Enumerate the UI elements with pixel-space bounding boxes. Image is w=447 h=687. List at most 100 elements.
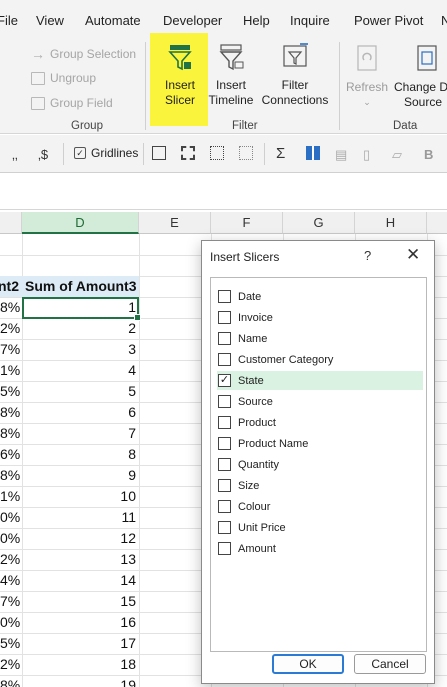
field-item[interactable]: Customer Category <box>217 350 423 369</box>
cell-c-value[interactable]: 1% <box>0 360 20 381</box>
cell-d-value[interactable]: 19 <box>22 675 136 687</box>
insert-timeline-button[interactable]: Insert Timeline <box>207 42 255 108</box>
inside-borders-icon[interactable] <box>210 146 224 160</box>
cell-c-value[interactable]: 4% <box>0 570 20 591</box>
clear-format-icon[interactable]: ▯ <box>363 147 370 163</box>
all-borders-icon[interactable] <box>152 146 166 160</box>
column-header-h[interactable]: H <box>355 212 427 234</box>
field-item[interactable]: Quantity <box>217 455 423 474</box>
column-header-f[interactable]: F <box>211 212 283 234</box>
cell-c-value[interactable]: 8% <box>0 402 20 423</box>
bold-button[interactable]: B <box>424 147 433 162</box>
cell-c-value[interactable]: 7% <box>0 591 20 612</box>
menu-view[interactable]: View <box>36 13 64 28</box>
cell-c-value[interactable]: 0% <box>0 528 20 549</box>
checkbox-icon[interactable]: ✓ <box>74 147 86 159</box>
field-item[interactable]: Date <box>217 287 423 306</box>
cell-c-value[interactable]: 0% <box>0 612 20 633</box>
field-item[interactable]: Name <box>217 329 423 348</box>
field-item[interactable]: ✓ State <box>217 371 423 390</box>
cell-d-value[interactable]: 11 <box>22 507 136 528</box>
cell-d-value[interactable]: 13 <box>22 549 136 570</box>
cell-d-value[interactable]: 7 <box>22 423 136 444</box>
field-list[interactable]: Date Invoice Name Customer Category ✓ State So… <box>210 277 427 652</box>
checkbox[interactable] <box>218 437 231 450</box>
field-item[interactable]: Invoice <box>217 308 423 327</box>
field-item[interactable]: Product Name <box>217 434 423 453</box>
decrease-decimal-icon[interactable]: ‚‚ <box>12 147 18 162</box>
pivot-header-row[interactable]: nt2 Sum of Amount3 <box>0 276 139 297</box>
column-header-g[interactable]: G <box>283 212 355 234</box>
checkbox[interactable] <box>218 500 231 513</box>
formula-bar[interactable] <box>0 174 447 210</box>
field-item[interactable]: Source <box>217 392 423 411</box>
ok-button[interactable]: OK <box>272 654 344 674</box>
checkbox[interactable] <box>218 395 231 408</box>
field-item[interactable]: Size <box>217 476 423 495</box>
cancel-button[interactable]: Cancel <box>354 654 426 674</box>
checkbox[interactable] <box>218 290 231 303</box>
paste-format-icon[interactable]: ▱ <box>392 147 402 163</box>
table-format-icon[interactable] <box>306 146 320 160</box>
gridlines-toggle[interactable]: ✓ Gridlines <box>74 146 138 160</box>
cell-d-value[interactable]: 15 <box>22 591 136 612</box>
cell-c-value[interactable]: 5% <box>0 633 20 654</box>
cell-c-value[interactable]: 8% <box>0 675 20 687</box>
cell-c-value[interactable]: 2% <box>0 654 20 675</box>
cell-d-value[interactable]: 6 <box>22 402 136 423</box>
field-item[interactable]: Colour <box>217 497 423 516</box>
cell-c-value[interactable]: 8% <box>0 423 20 444</box>
help-icon[interactable]: ? <box>364 248 371 263</box>
cell-c-value[interactable]: 2% <box>0 549 20 570</box>
column-header-d[interactable]: D <box>22 212 139 234</box>
cell-c-value[interactable]: 1% <box>0 486 20 507</box>
checkbox[interactable] <box>218 479 231 492</box>
thick-border-icon[interactable] <box>181 146 195 160</box>
insert-slicer-button[interactable]: Insert Slicer <box>152 42 208 108</box>
currency-format-icon[interactable]: ‚$ <box>38 147 48 162</box>
menu-automate[interactable]: Automate <box>85 13 141 28</box>
cell-d-value[interactable]: 9 <box>22 465 136 486</box>
autosum-icon[interactable]: Σ <box>276 145 285 162</box>
cell-c-value[interactable]: 8% <box>0 465 20 486</box>
checkbox[interactable] <box>218 416 231 429</box>
menu-file-partial[interactable]: File <box>0 13 18 28</box>
filter-connections-button[interactable]: Filter Connections <box>259 42 331 108</box>
ungroup-button[interactable]: Ungroup <box>31 71 96 85</box>
cell-d-value[interactable]: 12 <box>22 528 136 549</box>
cell-d-value[interactable]: 16 <box>22 612 136 633</box>
cell-c-value[interactable]: 7% <box>0 339 20 360</box>
group-selection-button[interactable]: → Group Selection <box>31 46 136 62</box>
column-header-e[interactable]: E <box>139 212 211 234</box>
cell-d-value[interactable]: 2 <box>22 318 136 339</box>
group-field-button[interactable]: Group Field <box>31 96 113 110</box>
cell-d-value[interactable]: 4 <box>22 360 136 381</box>
change-data-source-button[interactable]: Change D Source ⌄ <box>394 44 447 110</box>
menu-help[interactable]: Help <box>243 13 270 28</box>
checkbox[interactable] <box>218 332 231 345</box>
column-header-c-partial[interactable] <box>0 212 22 234</box>
cell-c-value[interactable]: 5% <box>0 381 20 402</box>
menu-power-pivot[interactable]: Power Pivot <box>354 13 423 28</box>
checkbox[interactable] <box>218 353 231 366</box>
field-item[interactable]: Amount <box>217 539 423 558</box>
checkbox[interactable]: ✓ <box>218 374 231 387</box>
checkbox[interactable] <box>218 311 231 324</box>
selected-cell[interactable] <box>22 297 141 321</box>
field-item[interactable]: Product <box>217 413 423 432</box>
cell-d-value[interactable]: 8 <box>22 444 136 465</box>
cell-c-value[interactable]: 2% <box>0 318 20 339</box>
cell-c-value[interactable]: 6% <box>0 444 20 465</box>
cell-d-value[interactable]: 10 <box>22 486 136 507</box>
cell-c-value[interactable]: 8% <box>0 297 20 318</box>
column-header-i-partial[interactable] <box>427 212 447 234</box>
cell-d-value[interactable]: 5 <box>22 381 136 402</box>
number-format-icon[interactable]: ▤ <box>335 147 347 163</box>
checkbox[interactable] <box>218 542 231 555</box>
menu-next-partial[interactable]: N <box>441 13 447 28</box>
checkbox[interactable] <box>218 521 231 534</box>
cell-d-value[interactable]: 3 <box>22 339 136 360</box>
menu-developer[interactable]: Developer <box>163 13 222 28</box>
close-icon[interactable]: ✕ <box>406 245 420 265</box>
menu-inquire[interactable]: Inquire <box>290 13 330 28</box>
